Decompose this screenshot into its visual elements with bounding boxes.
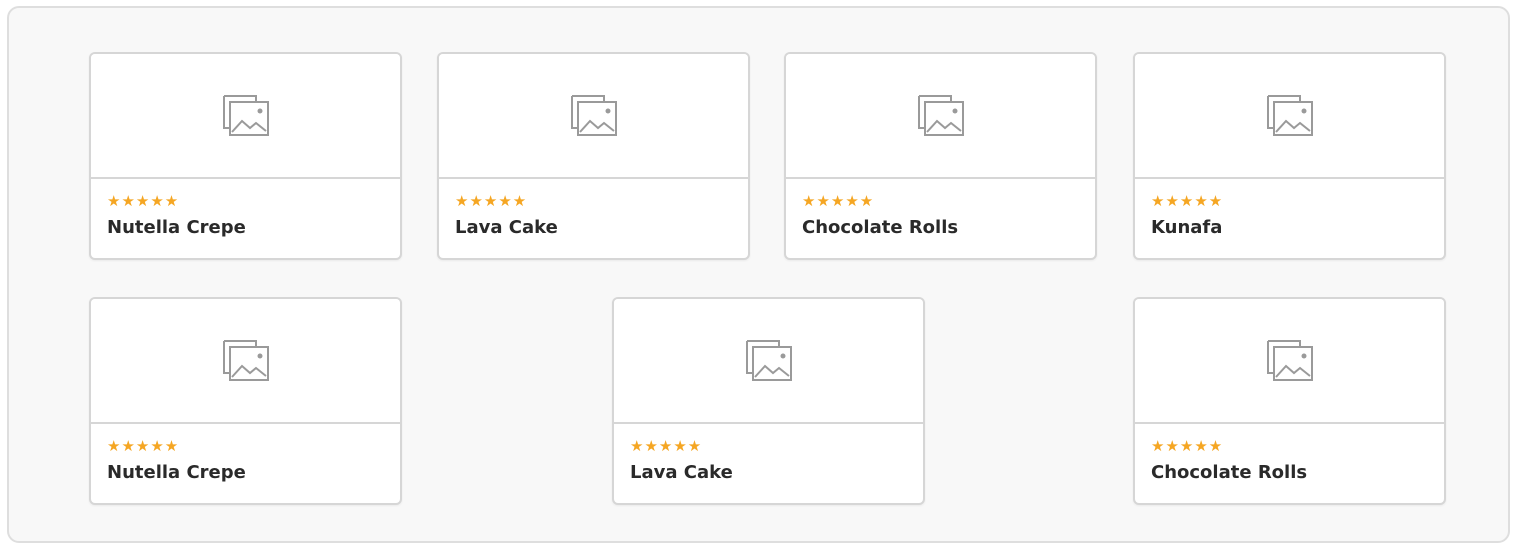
image-placeholder-icon [222, 94, 269, 136]
product-card[interactable]: ★★★★★ Lava Cake [612, 297, 925, 505]
product-title: Chocolate Rolls [802, 217, 959, 238]
product-card[interactable]: ★★★★★ Lava Cake [437, 52, 750, 260]
product-image [1135, 54, 1444, 179]
star-rating: ★★★★★ [1151, 437, 1224, 455]
product-title: Kunafa [1151, 217, 1223, 238]
image-placeholder-icon [917, 94, 964, 136]
product-grid-panel: ★★★★★ Nutella Crepe ★★★★★ Lava Cake ★★★★… [7, 6, 1510, 543]
product-title: Nutella Crepe [107, 217, 246, 238]
star-rating: ★★★★★ [107, 192, 180, 210]
image-placeholder-icon [745, 339, 792, 381]
product-image [1135, 299, 1444, 424]
product-title: Lava Cake [630, 462, 733, 483]
star-rating: ★★★★★ [455, 192, 528, 210]
product-image [786, 54, 1095, 179]
product-title: Lava Cake [455, 217, 558, 238]
star-rating: ★★★★★ [107, 437, 180, 455]
star-rating: ★★★★★ [1151, 192, 1224, 210]
product-card[interactable]: ★★★★★ Nutella Crepe [89, 297, 402, 505]
star-rating: ★★★★★ [802, 192, 875, 210]
product-title: Chocolate Rolls [1151, 462, 1308, 483]
star-rating: ★★★★★ [630, 437, 703, 455]
product-card[interactable]: ★★★★★ Kunafa [1133, 52, 1446, 260]
image-placeholder-icon [1266, 339, 1313, 381]
product-image [439, 54, 748, 179]
product-card[interactable]: ★★★★★ Chocolate Rolls [1133, 297, 1446, 505]
image-placeholder-icon [222, 339, 269, 381]
product-image [91, 299, 400, 424]
image-placeholder-icon [570, 94, 617, 136]
image-placeholder-icon [1266, 94, 1313, 136]
product-title: Nutella Crepe [107, 462, 246, 483]
product-card[interactable]: ★★★★★ Nutella Crepe [89, 52, 402, 260]
product-image [91, 54, 400, 179]
product-card[interactable]: ★★★★★ Chocolate Rolls [784, 52, 1097, 260]
product-image [614, 299, 923, 424]
